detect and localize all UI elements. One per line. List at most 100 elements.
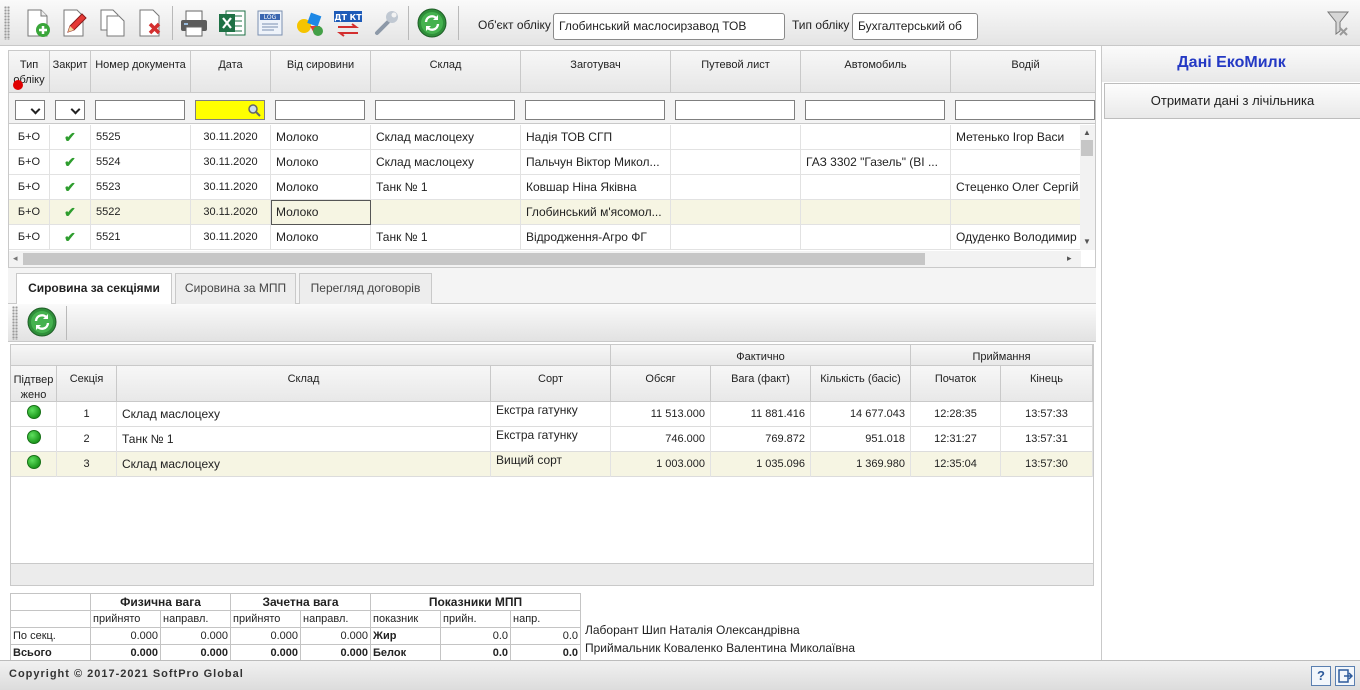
- col-start[interactable]: Початок: [911, 366, 1001, 402]
- cell-driver: Метенько Ігор Васи: [951, 125, 1081, 150]
- status-green-icon: [26, 405, 41, 419]
- sections-toolbar: [8, 304, 1096, 342]
- col-car[interactable]: Автомобиль: [801, 51, 951, 93]
- cell-waybill: [671, 125, 801, 150]
- section-row[interactable]: 2 Танк № 1 Екстра гатунку 746.000 769.87…: [11, 427, 1093, 452]
- help-button[interactable]: ?: [1311, 666, 1331, 686]
- scroll-left-icon[interactable]: ◂: [13, 253, 18, 264]
- excel-icon[interactable]: [216, 7, 248, 39]
- sections-footer: [11, 563, 1093, 585]
- cell-waybill: [671, 225, 801, 250]
- cell-quantity: 1 369.980: [811, 452, 911, 477]
- table-row[interactable]: Б+О ✔ 5525 30.11.2020 Молоко Склад масло…: [9, 125, 1081, 150]
- get-meter-data-button[interactable]: Отримати дані з лічільника: [1104, 83, 1360, 119]
- col-section[interactable]: Секція: [57, 366, 117, 402]
- table-row-selected[interactable]: Б+О ✔ 5522 30.11.2020 Молоко Глобинський…: [9, 200, 1081, 225]
- cell-raw: Молоко: [271, 175, 371, 200]
- tab-raw-by-sections[interactable]: Сировина за секціями: [16, 273, 172, 305]
- copy-document-icon[interactable]: [96, 7, 128, 39]
- col-end[interactable]: Кінець: [1001, 366, 1093, 402]
- printer-icon[interactable]: [178, 7, 210, 39]
- svg-text:LOG: LOG: [264, 14, 277, 21]
- value: 0.000: [230, 627, 301, 645]
- table-row[interactable]: Б+О ✔ 5521 30.11.2020 Молоко Танк № 1 Ві…: [9, 225, 1081, 250]
- scroll-up-icon[interactable]: ▲: [1083, 128, 1091, 137]
- log-icon[interactable]: LOG: [254, 7, 286, 39]
- cell-car: [801, 125, 951, 150]
- debit-credit-icon[interactable]: ДТ КТ: [332, 7, 364, 39]
- col-weight[interactable]: Вага (факт): [711, 366, 811, 402]
- detail-tabs: Сировина за секціями Сировина за МПП Пер…: [8, 268, 1096, 305]
- scroll-right-icon[interactable]: ▸: [1067, 253, 1072, 264]
- col-supplier[interactable]: Заготувач: [521, 51, 671, 93]
- clear-filter-icon[interactable]: [1322, 7, 1354, 39]
- filter-waybill[interactable]: [675, 100, 795, 120]
- confirmed-cell: [11, 452, 57, 477]
- account-type-select[interactable]: Бухгалтерський об: [852, 13, 978, 40]
- exit-icon[interactable]: [1335, 666, 1355, 686]
- filter-account-type[interactable]: [15, 100, 45, 120]
- search-icon[interactable]: [247, 103, 261, 117]
- value: 0.0: [440, 644, 511, 662]
- table-row[interactable]: Б+О ✔ 5524 30.11.2020 Молоко Склад масло…: [9, 150, 1081, 175]
- col-raw-material[interactable]: Від сировини: [271, 51, 371, 93]
- value: 0.000: [160, 644, 231, 662]
- refresh-icon[interactable]: [416, 7, 448, 39]
- value: 0.0: [440, 627, 511, 645]
- cell-supplier: Пальчун Віктор Микол...: [521, 150, 671, 175]
- col-quantity[interactable]: Кількість (басіс): [811, 366, 911, 402]
- filter-doc-number[interactable]: [95, 100, 185, 120]
- filter-car[interactable]: [805, 100, 945, 120]
- vertical-scrollbar[interactable]: ▲ ▼: [1080, 125, 1095, 250]
- filter-warehouse[interactable]: [375, 100, 515, 120]
- col-driver[interactable]: Водій: [951, 51, 1095, 93]
- wrench-icon[interactable]: [370, 7, 402, 39]
- filter-supplier[interactable]: [525, 100, 665, 120]
- section-row[interactable]: 1 Склад маслоцеху Екстра гатунку 11 513.…: [11, 402, 1093, 427]
- sub-directed: направл.: [300, 610, 371, 628]
- filter-driver[interactable]: [955, 100, 1095, 120]
- col-waybill[interactable]: Путевой лист: [671, 51, 801, 93]
- analytics-icon[interactable]: [294, 7, 326, 39]
- cell-grade: Екстра гатунку: [491, 402, 611, 427]
- check-icon: ✔: [50, 150, 91, 175]
- col-confirmed[interactable]: Підтвер жено: [11, 366, 57, 402]
- cell-raw-focused[interactable]: Молоко: [271, 200, 371, 225]
- cell-date: 30.11.2020: [191, 225, 271, 250]
- cell-warehouse: Танк № 1: [371, 175, 521, 200]
- org-select[interactable]: Глобинський маслосирзавод ТОВ: [553, 13, 785, 40]
- add-document-icon[interactable]: [22, 7, 54, 39]
- tab-contracts[interactable]: Перегляд договорів: [299, 273, 432, 304]
- cell-number: 5525: [91, 125, 191, 150]
- documents-grid: Тип обліку Закрит Номер документа Дата В…: [8, 50, 1096, 268]
- filter-closed[interactable]: [55, 100, 85, 120]
- ecomilk-title: Дані ЕкоМилк: [1102, 46, 1360, 82]
- status-green-icon: [26, 430, 41, 444]
- section-row-selected[interactable]: 3 Склад маслоцеху Вищий сорт 1 003.000 1…: [11, 452, 1093, 477]
- scroll-thumb[interactable]: [1081, 140, 1093, 156]
- cell-driver: Стеценко Олег Сергій: [951, 175, 1081, 200]
- col-warehouse[interactable]: Склад: [371, 51, 521, 93]
- col-grade[interactable]: Сорт: [491, 366, 611, 402]
- cell-volume: 746.000: [611, 427, 711, 452]
- scroll-down-icon[interactable]: ▼: [1083, 237, 1091, 246]
- toolbar-grip[interactable]: [4, 6, 10, 40]
- table-row[interactable]: Б+О ✔ 5523 30.11.2020 Молоко Танк № 1 Ко…: [9, 175, 1081, 200]
- filter-date[interactable]: [195, 100, 265, 120]
- tab-raw-by-mpp[interactable]: Сировина за МПП: [175, 273, 296, 304]
- toolbar-grip[interactable]: [12, 306, 18, 340]
- col-volume[interactable]: Обсяг: [611, 366, 711, 402]
- cell-driver: [951, 150, 1081, 175]
- col-date[interactable]: Дата: [191, 51, 271, 93]
- delete-document-icon[interactable]: [134, 7, 166, 39]
- cell-volume: 11 513.000: [611, 402, 711, 427]
- edit-document-icon[interactable]: [58, 7, 90, 39]
- refresh-icon[interactable]: [26, 306, 58, 338]
- value: 0.0: [510, 627, 581, 645]
- col-closed[interactable]: Закрит: [50, 51, 91, 93]
- filter-raw-material[interactable]: [275, 100, 365, 120]
- scroll-thumb[interactable]: [23, 253, 925, 265]
- horizontal-scrollbar[interactable]: ◂ ▸: [9, 251, 1081, 267]
- col-doc-number[interactable]: Номер документа: [91, 51, 191, 93]
- col-warehouse[interactable]: Склад: [117, 366, 491, 402]
